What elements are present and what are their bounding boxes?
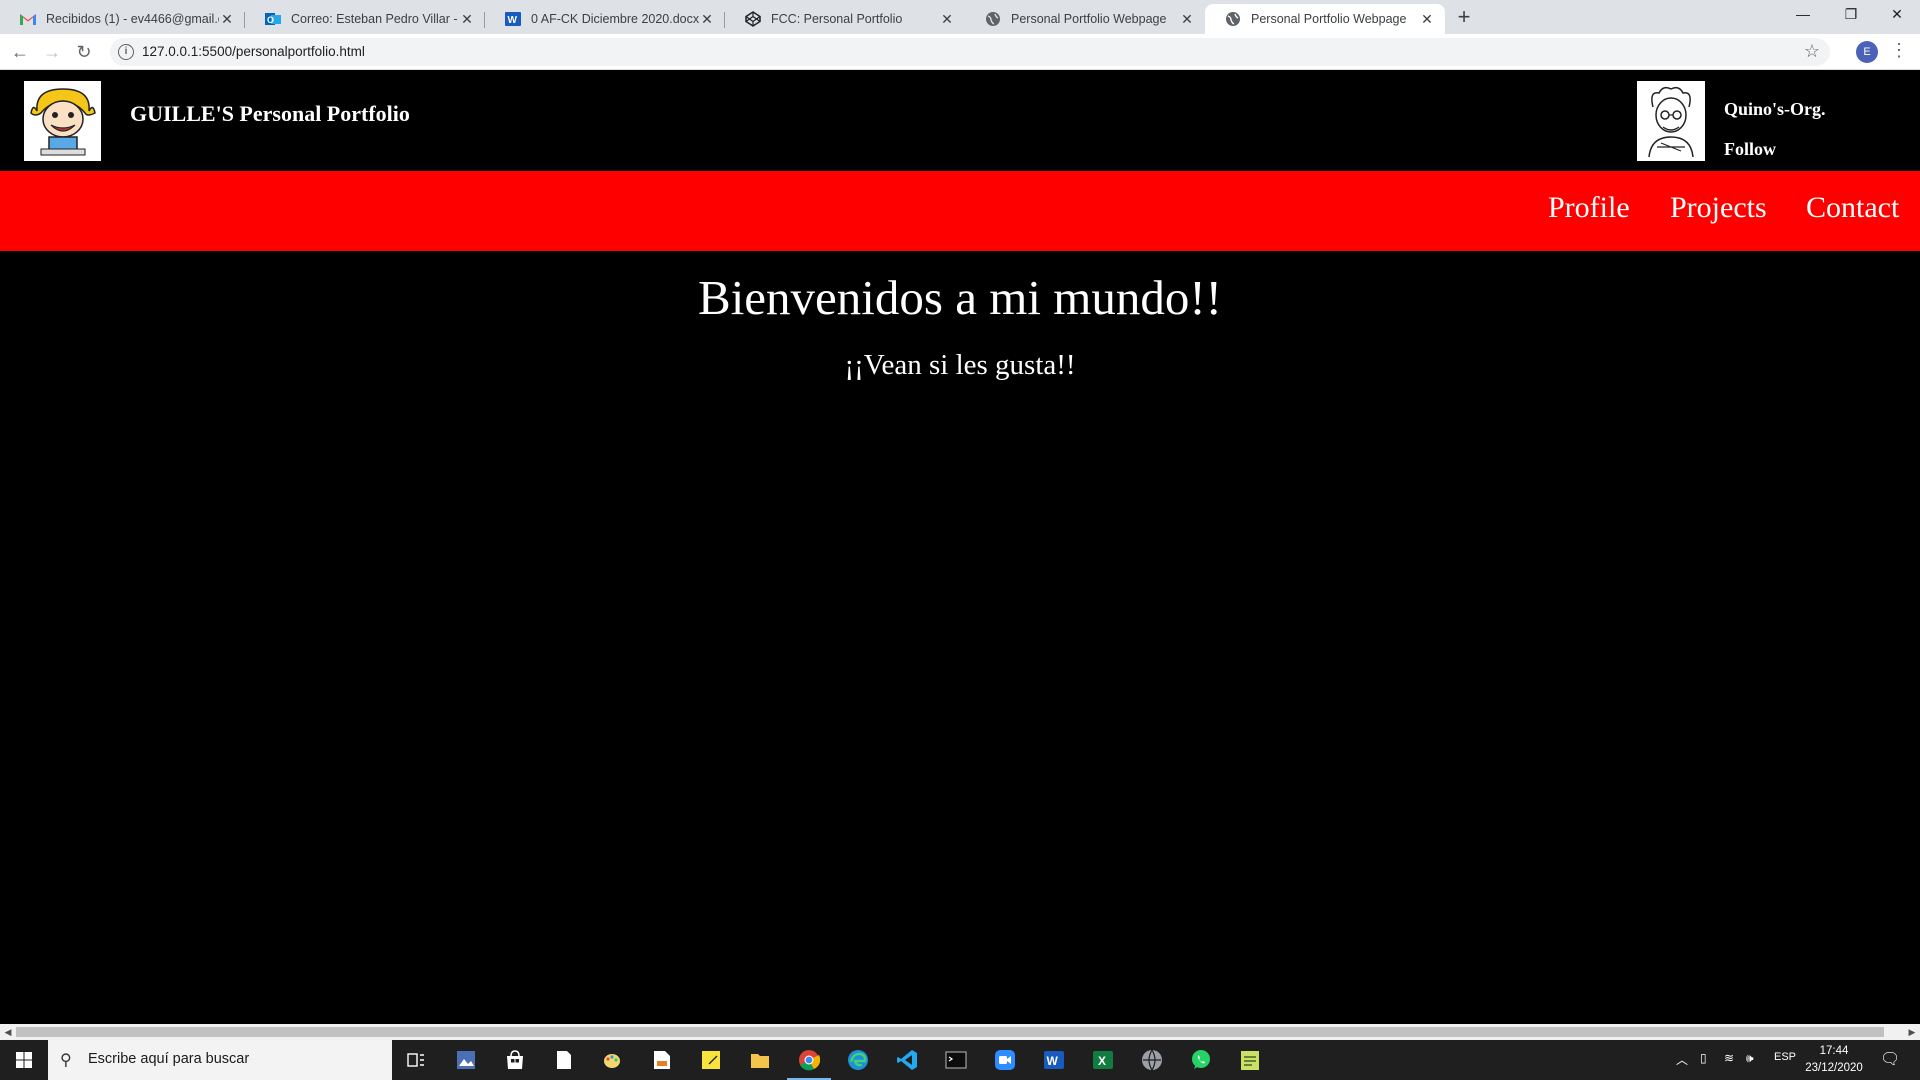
address-bar[interactable]: i 127.0.0.1:5500/personalportfolio.html … — [110, 38, 1830, 66]
welcome-heading: Bienvenidos a mi mundo!! — [698, 270, 1222, 325]
tab-title: Recibidos (1) - ev4466@gmail.co — [46, 12, 219, 26]
close-icon[interactable]: ✕ — [459, 11, 475, 28]
horizontal-scrollbar[interactable]: ◀ ▶ — [0, 1024, 1920, 1040]
search-placeholder[interactable]: Escribe aquí para buscar — [88, 1051, 249, 1067]
site-logo-image — [24, 81, 101, 161]
task-view-icon[interactable] — [402, 1046, 430, 1074]
search-icon: ⚲ — [60, 1052, 72, 1069]
outlook-icon: O — [265, 11, 281, 27]
clock-date: 23/12/2020 — [1805, 1062, 1863, 1074]
sponsor-link[interactable]: Quino's-Org. — [1724, 99, 1826, 120]
svg-text:O: O — [267, 15, 274, 25]
window-close-icon[interactable]: ✕ — [1874, 0, 1920, 30]
browser-toolbar: ← → ↻ i 127.0.0.1:5500/personalportfolio… — [0, 34, 1920, 70]
network-drive-icon[interactable] — [1138, 1046, 1166, 1074]
browser-tab-active[interactable]: Personal Portfolio Webpage ✕ — [1205, 4, 1445, 34]
profile-avatar[interactable]: E — [1856, 41, 1878, 63]
terminal-icon[interactable] — [942, 1046, 970, 1074]
word-app-icon[interactable]: W — [1040, 1046, 1068, 1074]
forward-arrow-icon[interactable]: → — [40, 40, 64, 64]
reload-icon[interactable]: ↻ — [72, 40, 96, 64]
language-indicator[interactable]: ESP — [1774, 1051, 1796, 1063]
browser-tab[interactable]: Personal Portfolio Webpage ✕ — [965, 4, 1205, 34]
chevron-up-icon[interactable]: ︿ — [1676, 1051, 1688, 1068]
scrollbar-thumb[interactable] — [16, 1027, 1884, 1037]
globe-icon — [985, 11, 1001, 27]
clock-time: 17:44 — [1819, 1045, 1849, 1057]
close-icon[interactable]: ✕ — [219, 11, 235, 28]
bookmark-star-icon[interactable]: ☆ — [1804, 41, 1820, 62]
tab-title: Correo: Esteban Pedro Villar - Ou — [291, 12, 459, 26]
welcome-subheading: ¡¡Vean si les gusta!! — [844, 349, 1076, 381]
browser-tab[interactable]: O Correo: Esteban Pedro Villar - Ou ✕ — [245, 4, 485, 34]
tab-title: Personal Portfolio Webpage — [1251, 12, 1407, 26]
taskbar-clock[interactable]: 17:44 23/12/2020 — [1804, 1043, 1864, 1077]
chrome-icon[interactable] — [795, 1046, 823, 1074]
browser-tab[interactable]: FCC: Personal Portfolio ✕ — [725, 4, 965, 34]
browser-tab[interactable]: Recibidos (1) - ev4466@gmail.co ✕ — [0, 4, 245, 34]
file-icon[interactable] — [550, 1046, 578, 1074]
word-icon: W — [505, 11, 521, 27]
page-viewport: GUILLE'S Personal Portfolio Quino's-Org.… — [0, 71, 1920, 1040]
url-text[interactable]: 127.0.0.1:5500/personalportfolio.html — [142, 44, 365, 59]
windows-taskbar: ⚲ Escribe aquí para buscar W X ︿ ▯ ≋ 🕪 E… — [0, 1040, 1920, 1080]
nav-link-profile[interactable]: Profile — [1548, 191, 1630, 225]
photos-app-icon[interactable] — [452, 1046, 480, 1074]
close-icon[interactable]: ✕ — [939, 11, 955, 28]
edge-icon[interactable] — [844, 1046, 872, 1074]
notification-icon[interactable]: 🗨 — [1880, 1049, 1900, 1069]
store-app-icon[interactable] — [501, 1046, 529, 1074]
nav-link-contact[interactable]: Contact — [1806, 191, 1899, 225]
windows-start-icon[interactable] — [0, 1040, 48, 1080]
pdf-app-icon[interactable] — [648, 1046, 676, 1074]
tab-title: 0 AF-CK Diciembre 2020.docx - M — [531, 12, 699, 26]
gmail-icon — [20, 11, 36, 27]
svg-text:W: W — [1047, 1054, 1059, 1068]
paint-app-icon[interactable] — [598, 1046, 626, 1074]
zoom-app-icon[interactable] — [991, 1046, 1019, 1074]
browser-tab[interactable]: W 0 AF-CK Diciembre 2020.docx - M ✕ — [485, 4, 725, 34]
notepad-icon[interactable] — [1236, 1046, 1264, 1074]
scroll-left-icon[interactable]: ◀ — [0, 1024, 16, 1040]
folder-icon[interactable] — [746, 1046, 774, 1074]
volume-icon[interactable]: 🕪 — [1746, 1051, 1754, 1066]
vscode-icon[interactable] — [893, 1046, 921, 1074]
codepen-icon — [745, 11, 761, 27]
new-tab-button[interactable]: + — [1450, 4, 1478, 32]
minimize-icon[interactable]: — — [1780, 0, 1826, 30]
tab-title: Personal Portfolio Webpage — [1011, 12, 1167, 26]
navbar: Profile Projects Contact — [0, 171, 1920, 251]
nav-link-projects[interactable]: Projects — [1670, 191, 1767, 225]
browser-tab-bar: Recibidos (1) - ev4466@gmail.co ✕ O Corr… — [0, 0, 1920, 34]
quino-portrait-image — [1637, 81, 1705, 161]
svg-text:X: X — [1098, 1054, 1106, 1068]
tab-title: FCC: Personal Portfolio — [771, 12, 903, 26]
close-icon[interactable]: ✕ — [1179, 11, 1195, 28]
restore-icon[interactable]: ❐ — [1828, 0, 1874, 30]
kebab-menu-icon[interactable]: ⋮ — [1890, 40, 1908, 61]
site-info-icon[interactable]: i — [118, 44, 134, 60]
site-title: GUILLE'S Personal Portfolio — [130, 101, 410, 126]
scroll-right-icon[interactable]: ▶ — [1904, 1024, 1920, 1040]
excel-app-icon[interactable]: X — [1089, 1046, 1117, 1074]
whatsapp-icon[interactable] — [1187, 1046, 1215, 1074]
sticky-notes-icon[interactable] — [697, 1046, 725, 1074]
svg-text:W: W — [508, 15, 518, 26]
site-header: GUILLE'S Personal Portfolio Quino's-Org.… — [0, 71, 1920, 171]
device-icon[interactable]: ▯ — [1700, 1051, 1707, 1065]
globe-icon — [1225, 11, 1241, 27]
taskbar-search-box[interactable]: ⚲ Escribe aquí para buscar — [48, 1040, 392, 1080]
wifi-icon[interactable]: ≋ — [1724, 1051, 1734, 1065]
close-icon[interactable]: ✕ — [1419, 11, 1435, 28]
close-icon[interactable]: ✕ — [699, 11, 715, 28]
back-arrow-icon[interactable]: ← — [8, 40, 32, 64]
follow-link[interactable]: Follow — [1724, 139, 1776, 160]
